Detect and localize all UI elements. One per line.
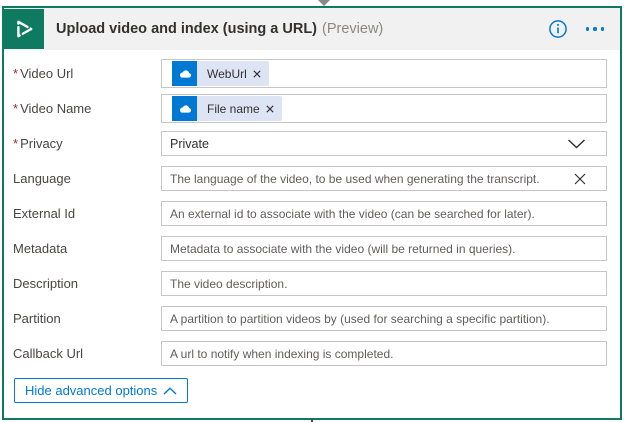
onedrive-icon <box>172 61 197 86</box>
partition-input[interactable] <box>162 307 606 330</box>
token-remove-icon[interactable] <box>266 105 282 113</box>
field-label-language: Language <box>9 171 161 186</box>
token-label: File name <box>197 102 266 116</box>
description-input[interactable] <box>162 272 606 295</box>
dynamic-token-weburl[interactable]: WebUrl <box>172 61 269 86</box>
external-id-input[interactable] <box>162 202 606 225</box>
required-marker: * <box>13 101 18 116</box>
row-video-name: *Video Name File name <box>9 91 607 126</box>
field-label-video-url: *Video Url <box>9 66 161 81</box>
description-field[interactable] <box>161 271 607 296</box>
required-marker: * <box>13 136 18 151</box>
clear-icon[interactable] <box>574 173 586 185</box>
onedrive-icon <box>172 96 197 121</box>
row-partition: Partition <box>9 301 607 336</box>
chevron-up-icon <box>163 387 177 395</box>
partition-field[interactable] <box>161 306 607 331</box>
video-url-field[interactable]: WebUrl <box>161 59 607 88</box>
row-metadata: Metadata <box>9 231 607 266</box>
field-label-external-id: External Id <box>9 206 161 221</box>
chevron-down-icon[interactable] <box>567 139 586 149</box>
video-indexer-logo-icon <box>4 9 44 49</box>
hide-advanced-options-button[interactable]: Hide advanced options <box>14 378 188 403</box>
video-name-field[interactable]: File name <box>161 94 607 123</box>
row-description: Description <box>9 266 607 301</box>
language-input[interactable] <box>162 167 606 190</box>
action-title: Upload video and index (using a URL)(Pre… <box>56 21 383 37</box>
action-card-body: *Video Url WebUrl *Video Name <box>4 50 620 403</box>
action-card-header[interactable]: Upload video and index (using a URL)(Pre… <box>4 8 620 50</box>
privacy-dropdown[interactable]: Private <box>161 131 607 156</box>
language-field[interactable] <box>161 166 607 191</box>
metadata-field[interactable] <box>161 236 607 261</box>
field-label-metadata: Metadata <box>9 241 161 256</box>
field-label-description: Description <box>9 276 161 291</box>
row-video-url: *Video Url WebUrl <box>9 56 607 91</box>
privacy-selected-value: Private <box>162 137 567 151</box>
callback-url-field[interactable] <box>161 341 607 366</box>
row-external-id: External Id <box>9 196 607 231</box>
field-label-partition: Partition <box>9 311 161 326</box>
field-label-video-name: *Video Name <box>9 101 161 116</box>
row-callback-url: Callback Url <box>9 336 607 371</box>
external-id-field[interactable] <box>161 201 607 226</box>
preview-badge: (Preview) <box>322 21 383 37</box>
hide-advanced-options-label: Hide advanced options <box>25 383 157 398</box>
dynamic-token-file-name[interactable]: File name <box>172 96 282 121</box>
more-options-icon[interactable] <box>584 23 607 35</box>
row-privacy: *Privacy Private <box>9 126 607 161</box>
token-remove-icon[interactable] <box>253 70 269 78</box>
info-icon[interactable] <box>548 19 568 39</box>
required-marker: * <box>13 66 18 81</box>
field-label-callback-url: Callback Url <box>9 346 161 361</box>
callback-url-input[interactable] <box>162 342 606 365</box>
action-card-upload-video-and-index: Upload video and index (using a URL)(Pre… <box>2 6 622 420</box>
field-label-privacy: *Privacy <box>9 136 161 151</box>
metadata-input[interactable] <box>162 237 606 260</box>
token-label: WebUrl <box>197 67 253 81</box>
row-language: Language <box>9 161 607 196</box>
